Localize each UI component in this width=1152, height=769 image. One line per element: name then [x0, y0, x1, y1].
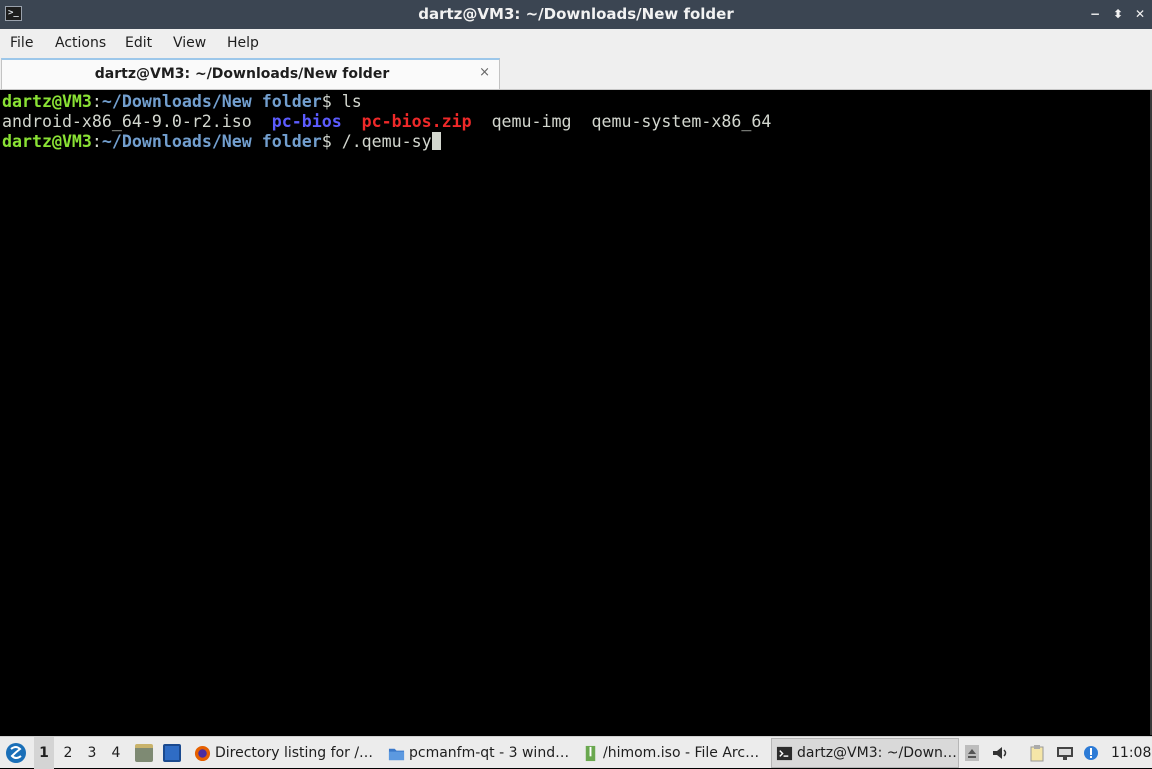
taskbar: 1 2 3 4 Directory listing for /… pcmanfm… [0, 736, 1152, 769]
prompt-user: dartz@VM3 [2, 132, 92, 151]
prompt-path: ~/Downloads/New folder [101, 92, 322, 111]
volume-icon[interactable] [991, 744, 1009, 762]
prompt-separator: : [91, 92, 102, 111]
text-cursor [431, 132, 441, 150]
ls-entry: qemu-img [491, 112, 572, 131]
workspace-4[interactable]: 4 [106, 737, 126, 769]
workspace-3[interactable]: 3 [82, 737, 102, 769]
task-file-archiver[interactable]: /himom.iso - File Arc… [577, 738, 765, 768]
terminal-view[interactable]: dartz@VM3:~/Downloads/New folder$ ls and… [0, 90, 1150, 735]
task-label: /himom.iso - File Arc… [603, 745, 760, 761]
terminal-line-2: android-x86_64-9.0-r2.iso pc-bios pc-bio… [2, 112, 771, 132]
prompt-dollar: $ [321, 132, 342, 151]
archive-icon [585, 745, 596, 762]
workspace-1[interactable]: 1 [34, 737, 54, 769]
clipboard-icon[interactable] [1028, 744, 1046, 762]
task-firefox[interactable]: Directory listing for /… [189, 738, 377, 768]
firefox-icon [194, 745, 211, 762]
eject-icon[interactable] [963, 744, 981, 762]
ls-entry: pc-bios.zip [361, 112, 472, 131]
prompt-user: dartz@VM3 [2, 92, 92, 111]
workspace-2[interactable]: 2 [58, 737, 78, 769]
terminal-line-1: dartz@VM3:~/Downloads/New folder$ ls [2, 92, 362, 112]
minimize-button[interactable]: − [1088, 6, 1102, 22]
menu-actions[interactable]: Actions [55, 29, 106, 57]
ls-entry: pc-bios [271, 112, 342, 131]
task-label: pcmanfm-qt - 3 wind… [409, 745, 570, 761]
show-desktop-icon[interactable] [163, 744, 181, 762]
command-text: ls [341, 92, 362, 111]
prompt-dollar: $ [321, 92, 342, 111]
window-title: dartz@VM3: ~/Downloads/New folder [418, 5, 734, 23]
update-notifier-icon[interactable] [1082, 744, 1100, 762]
prompt-path: ~/Downloads/New folder [101, 132, 322, 151]
menu-edit[interactable]: Edit [125, 29, 152, 57]
menu-view[interactable]: View [173, 29, 206, 57]
menubar: File Actions Edit View Help [0, 29, 1152, 57]
window-titlebar[interactable]: >_ dartz@VM3: ~/Downloads/New folder − ⬍… [0, 0, 1152, 29]
command-input[interactable]: /.qemu-sy [342, 132, 432, 151]
tab-label: dartz@VM3: ~/Downloads/New folder [94, 66, 390, 82]
close-button[interactable]: ✕ [1133, 6, 1147, 22]
menu-file[interactable]: File [10, 29, 33, 57]
tab-bar: dartz@VM3: ~/Downloads/New folder × [0, 57, 1152, 90]
folder-icon [388, 748, 405, 761]
terminal-icon [776, 746, 793, 761]
menu-help[interactable]: Help [227, 29, 259, 57]
clock[interactable]: 11:08 [1111, 737, 1151, 769]
file-manager-icon[interactable] [135, 744, 153, 762]
task-label: Directory listing for /… [215, 745, 374, 761]
prompt-separator: : [91, 132, 102, 151]
start-menu-icon[interactable] [6, 743, 26, 763]
tab-close-icon[interactable]: × [479, 65, 490, 81]
network-icon[interactable] [1056, 744, 1074, 762]
tab-terminal[interactable]: dartz@VM3: ~/Downloads/New folder × [1, 58, 500, 89]
task-label: dartz@VM3: ~/Down… [797, 745, 957, 761]
ls-entry: android-x86_64-9.0-r2.iso [2, 112, 252, 131]
task-pcmanfm[interactable]: pcmanfm-qt - 3 wind… [383, 738, 571, 768]
terminal-line-3: dartz@VM3:~/Downloads/New folder$ /.qemu… [2, 132, 441, 152]
task-terminal[interactable]: dartz@VM3: ~/Down… [771, 738, 959, 768]
maximize-button[interactable]: ⬍ [1111, 6, 1125, 22]
ls-entry: qemu-system-x86_64 [591, 112, 772, 131]
